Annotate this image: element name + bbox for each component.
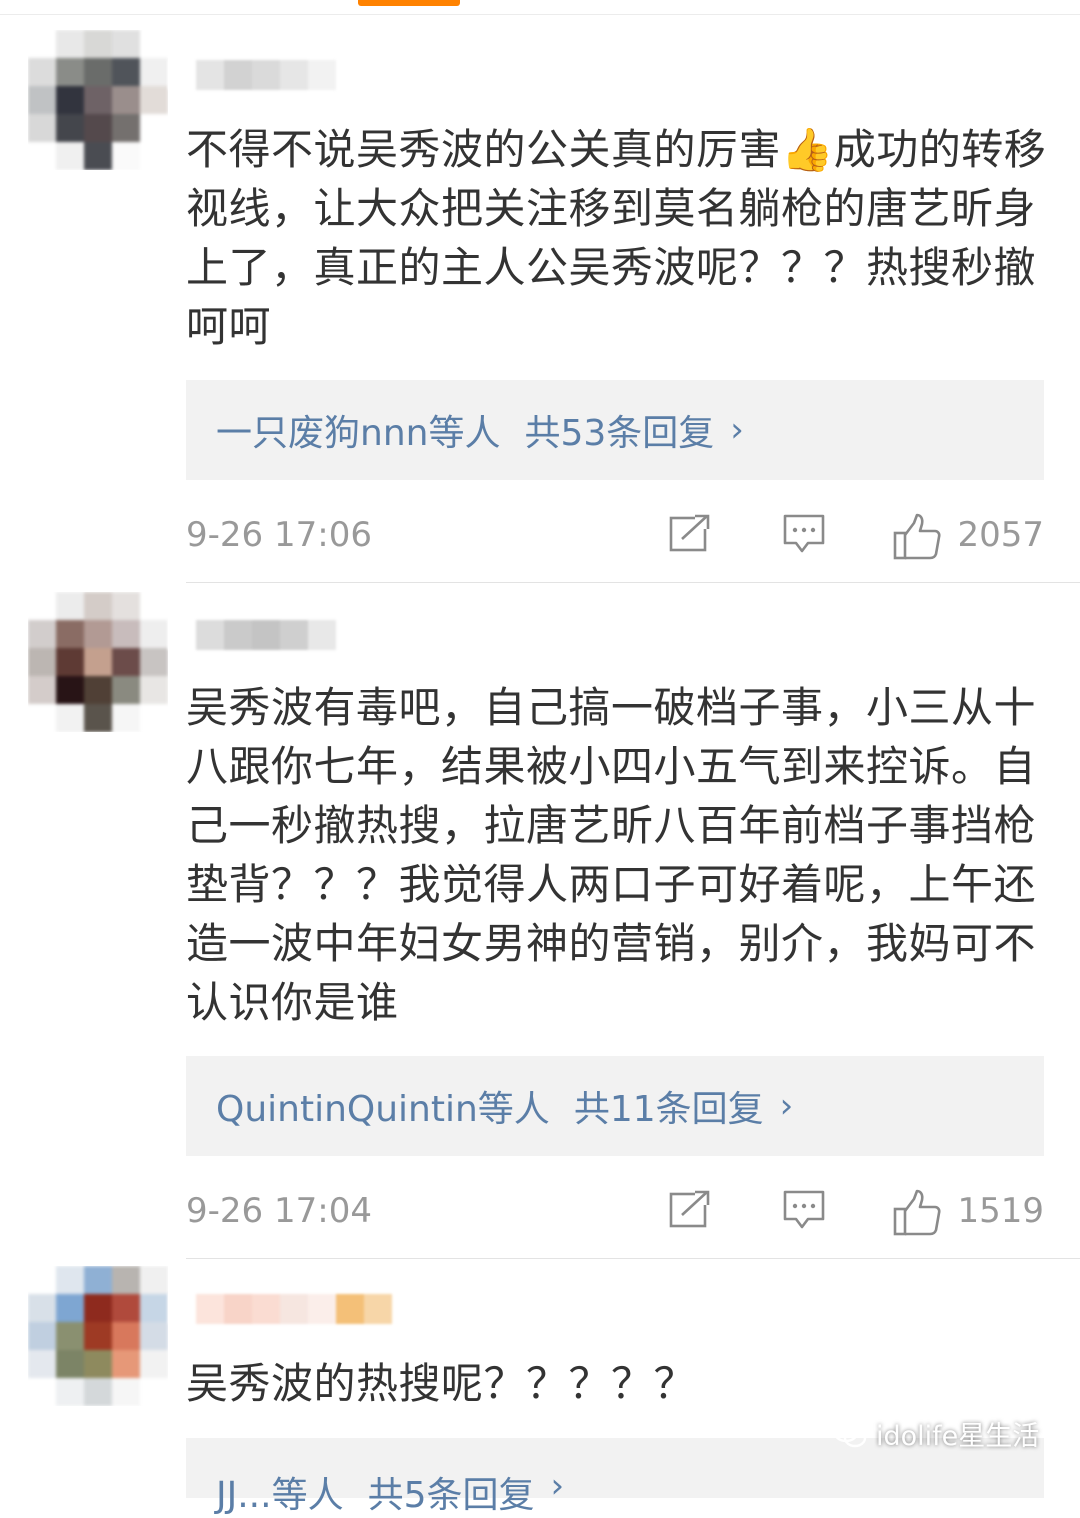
comment-divider (186, 582, 1080, 583)
replies-count: 共5条回复 (367, 1475, 535, 1516)
timestamp: 9-26 17:06 (186, 515, 372, 555)
like-count: 1519 (957, 1191, 1044, 1231)
active-tab-indicator (358, 0, 460, 6)
avatar[interactable] (28, 1266, 168, 1406)
repost-icon[interactable] (668, 1189, 712, 1233)
replies-count: 共53条回复 (524, 413, 715, 454)
comment-icon[interactable] (782, 1189, 826, 1235)
chevron-right-icon: › (550, 1466, 565, 1506)
username-blurred[interactable] (168, 60, 336, 90)
replies-by: QuintinQuintin等人 (216, 1089, 550, 1130)
avatar[interactable] (28, 30, 168, 170)
username-blurred[interactable] (168, 620, 336, 650)
like-count: 2057 (957, 515, 1044, 555)
replies-by: 一只废狗nnn等人 (216, 413, 501, 454)
comment-meta: 9-26 17:04 1519 (186, 1181, 1044, 1241)
watermark-text: idolife星生活 (876, 1421, 1040, 1452)
like-icon[interactable] (892, 1189, 942, 1241)
comment-divider (186, 1258, 1080, 1259)
replies-count: 共11条回复 (573, 1089, 764, 1130)
comment-meta: 9-26 17:06 2057 (186, 505, 1044, 565)
avatar[interactable] (28, 592, 168, 732)
wechat-icon (832, 1419, 867, 1447)
comment-text: 吴秀波的热搜呢？？？？？ (186, 1359, 697, 1408)
chevron-right-icon: › (779, 1086, 794, 1126)
comment-text: 不得不说吴秀波的公关真的厉害👍成功的转移视线，让大众把关注移到莫名躺枪的唐艺昕身… (186, 125, 1047, 351)
chevron-right-icon: › (730, 410, 744, 450)
replies-box[interactable]: QuintinQuintin等人 共11条回复 › (186, 1056, 1044, 1156)
repost-icon[interactable] (668, 513, 712, 557)
header-divider (0, 14, 1080, 15)
watermark: idolife星生活 (832, 1414, 1039, 1453)
username-blurred[interactable] (168, 1294, 392, 1324)
like-icon[interactable] (892, 513, 942, 565)
comment-icon[interactable] (782, 513, 826, 559)
replies-box[interactable]: 一只废狗nnn等人 共53条回复 › (186, 380, 1044, 480)
comment-text: 吴秀波有毒吧，自己搞一破档子事，小三从十八跟你七年，结果被小四小五气到来控诉。自… (186, 683, 1037, 1027)
timestamp: 9-26 17:04 (186, 1191, 372, 1231)
replies-by: JJ...等人 (216, 1475, 344, 1516)
